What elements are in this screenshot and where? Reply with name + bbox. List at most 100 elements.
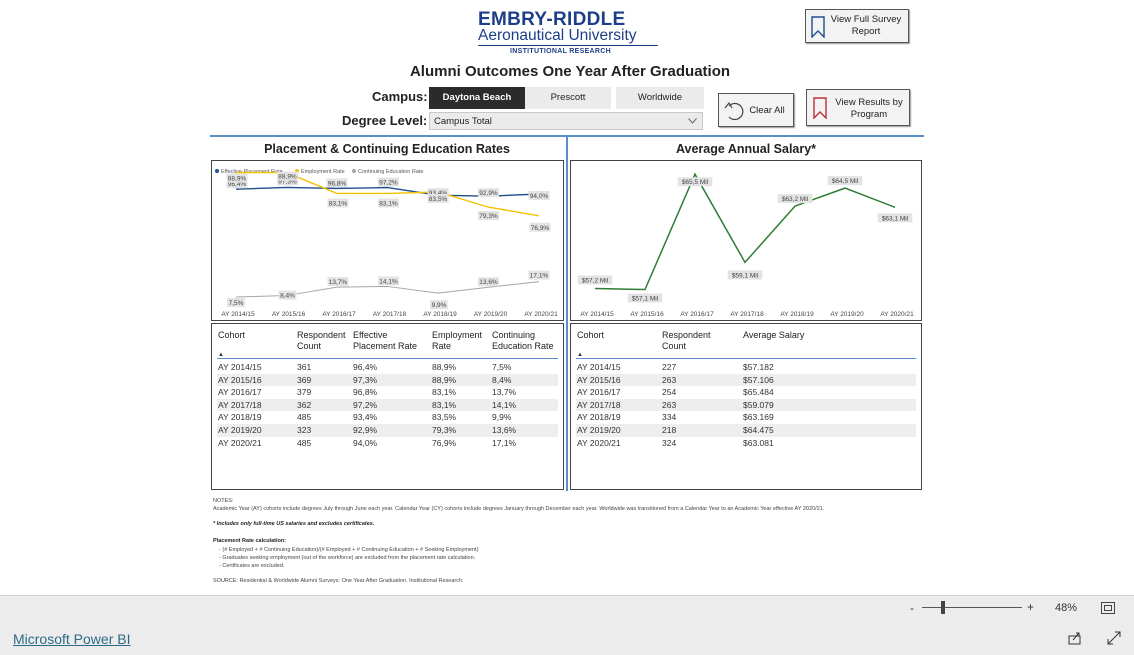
campus-option-prescott[interactable]: Prescott [525,87,611,109]
data-label: 79,3% [479,213,498,220]
data-label: 17,1% [530,273,549,280]
table-cell: 83,1% [432,399,457,410]
degree-level-dropdown[interactable]: Campus Total [429,112,703,130]
x-tick-label: AY 2015/16 [272,311,306,318]
salary-data-label: $57,2 Mil [582,277,609,284]
degree-level-value: Campus Total [434,116,492,127]
table-cell: $59.079 [743,399,774,410]
table-row[interactable]: AY 2014/15 227 $57.182 [576,361,916,374]
clear-all-button[interactable]: Clear All [718,93,794,127]
salary-data-label: $57,1 Mil [632,296,659,303]
table-row[interactable]: AY 2014/15 361 96,4% 88,9% 7,5% [217,361,558,374]
data-label: 92,9% [479,190,498,197]
view-results-by-program-button[interactable]: View Results by Program [806,89,910,126]
table-cell: 361 [297,362,312,372]
table-cell: 9,9% [492,412,512,423]
salary-data-label: $59,1 Mil [732,272,759,279]
table-row[interactable]: AY 2018/19 334 $63.169 [576,411,916,424]
campus-option-daytona-beach[interactable]: Daytona Beach [429,87,525,109]
table-row[interactable]: AY 2020/21 324 $63.081 [576,437,916,450]
data-label: 13,7% [329,279,348,286]
table-row[interactable]: AY 2015/16 369 97,3% 88,9% 8,4% [217,373,558,387]
column-header[interactable]: Respondent Count [297,330,352,352]
table-row[interactable]: AY 2019/20 323 92,9% 79,3% 13,6% [217,424,558,437]
page-title: Alumni Outcomes One Year After Graduatio… [409,63,731,80]
campus-label: Campus: [372,89,428,104]
table-row[interactable]: AY 2018/19 485 93,4% 83,5% 9,9% [217,411,558,424]
panel-divider [566,137,568,491]
clear-all-label: Clear All [749,105,785,116]
placement-chart: Effective Placement Rate Employment Rate C… [215,169,558,318]
table-cell: AY 2016/17 [218,387,262,398]
notes-salary: * Includes only full-time US salaries an… [213,521,375,527]
data-label: 83,1% [379,200,398,207]
notes-label: NOTES: [213,498,234,504]
x-tick-label: AY 2018/19 [423,311,457,318]
share-icon[interactable] [1068,631,1082,645]
report-canvas: EMBRY-RIDDLE Aeronautical University INS… [0,0,1134,595]
salary-panel-title: Average Annual Salary* [675,142,817,156]
table-cell: 13,6% [492,425,517,435]
view-full-survey-button[interactable]: View Full Survey Report [805,9,909,43]
column-header[interactable]: Average Salary [743,330,833,341]
table-cell: 334 [662,412,677,423]
logo-aeronautical: Aeronautical University [478,27,637,44]
column-header[interactable]: Cohort [577,330,637,341]
notes-academic-year: Academic Year (AY) cohorts include degre… [213,506,825,512]
campus-option-worldwide[interactable]: Worldwide [616,87,704,109]
table-row[interactable]: AY 2020/21 485 94,0% 76,9% 17,1% [217,437,558,450]
table-cell: 76,9% [432,437,457,448]
table-cell: 97,2% [353,399,378,410]
table-row[interactable]: AY 2017/18 362 97,2% 83,1% 14,1% [217,398,558,412]
table-cell: $64.475 [743,425,774,435]
table-row[interactable]: AY 2016/17 254 $65.484 [576,386,916,399]
zoom-in-button[interactable]: + [1027,600,1034,614]
expand-icon[interactable] [1107,631,1121,645]
table-cell: AY 2020/21 [218,437,262,448]
table-cell: 96,4% [353,362,378,372]
legend-marker [215,169,219,173]
salary-table: Cohort Respondent Count Average Salary ▲ AY … [570,323,922,490]
table-row[interactable]: AY 2015/16 263 $57.106 [576,373,916,387]
x-tick-label: AY 2020/21 [880,311,914,318]
table-cell: AY 2018/19 [218,412,262,423]
data-label: 13,6% [479,279,498,286]
table-cell: 323 [297,425,312,435]
column-header[interactable]: Continuing Education Rate [492,330,562,352]
column-header[interactable]: Effective Placement Rate [353,330,428,352]
column-header[interactable]: Cohort [218,330,278,341]
table-row[interactable]: AY 2016/17 379 96,8% 83,1% 13,7% [217,386,558,399]
zoom-out-button[interactable]: - [910,601,914,615]
salary-data-label: $65,5 Mil [682,179,709,186]
table-cell: 263 [662,399,677,410]
bookmark-icon [813,97,827,119]
table-cell: 7,5% [492,362,512,372]
data-label: 88,9% [228,176,247,183]
data-label: 83,5% [429,196,448,203]
data-label: 14,1% [379,278,398,285]
x-tick-label: AY 2014/15 [580,311,614,318]
table-cell: 92,9% [353,425,378,435]
table-cell: 263 [662,374,677,385]
data-label: 9,9% [432,302,447,309]
placement-chart-box: Effective Placement Rate Employment Rate C… [211,160,564,321]
column-header[interactable]: Employment Rate [432,330,492,352]
notes-placement-label: Placement Rate calculation: [213,538,287,544]
zoom-slider-handle[interactable] [941,601,945,614]
table-row[interactable]: AY 2019/20 218 $64.475 [576,424,916,437]
x-tick-label: AY 2014/15 [221,311,255,318]
data-label: 83,1% [329,200,348,207]
column-header[interactable]: Respondent Count [662,330,722,352]
fit-to-page-icon[interactable] [1101,602,1115,614]
power-bi-link[interactable]: Microsoft Power BI [13,631,130,647]
footer: Microsoft Power BI [0,622,1134,655]
table-cell: 79,3% [432,425,457,435]
view-results-by-program-label: View Results by Program [835,97,903,120]
table-row[interactable]: AY 2017/18 263 $59.079 [576,398,916,412]
table-cell: 94,0% [353,437,378,448]
table-cell: AY 2016/17 [577,387,621,398]
bookmark-icon [811,16,825,38]
x-tick-label: AY 2017/18 [730,311,764,318]
zoom-slider-track[interactable] [922,607,1022,608]
table-cell: 83,5% [432,412,457,423]
